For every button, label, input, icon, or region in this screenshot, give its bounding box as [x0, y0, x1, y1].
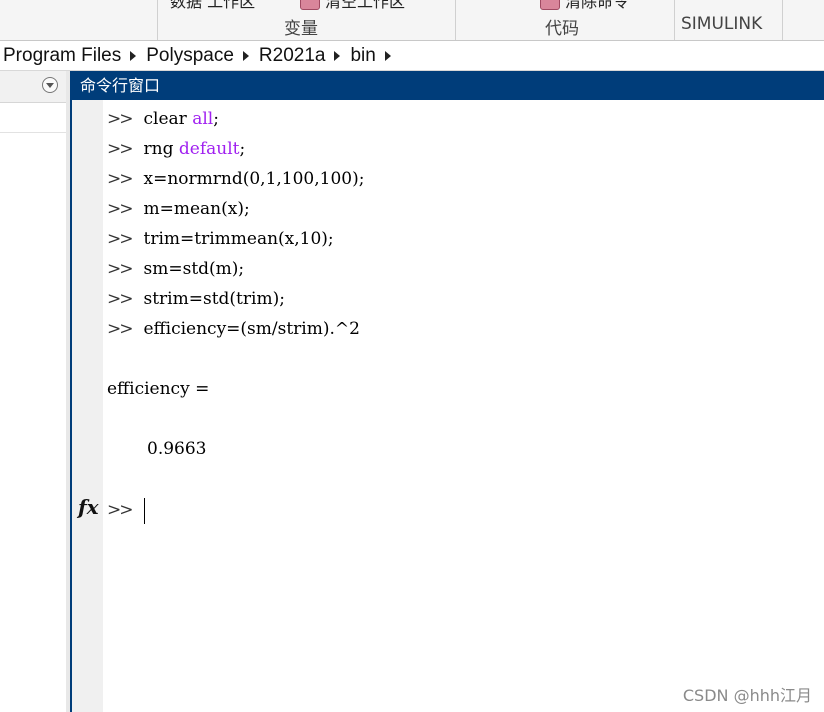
- clear-commands-icon: [540, 0, 560, 10]
- current-folder-breadcrumb: Program Files Polyspace R2021a bin: [0, 41, 824, 71]
- command-text: efficiency=(sm/strim).^2: [143, 319, 360, 339]
- toolstrip: 数据 工作区 清空工作区 变量 清除命令 代码 SIMULINK: [0, 0, 824, 41]
- clear-workspace-button[interactable]: 清空工作区: [325, 0, 405, 12]
- breadcrumb-arrow-icon[interactable]: [242, 50, 249, 61]
- prompt-symbol: >>: [107, 109, 133, 129]
- prompt-symbol: >>: [107, 500, 133, 520]
- command-keyword: all: [192, 109, 214, 129]
- output-variable-label: efficiency =: [107, 379, 210, 399]
- ribbon-separator: [782, 0, 783, 40]
- command-text: m=mean(x);: [143, 199, 250, 219]
- ribbon-separator: [157, 0, 158, 40]
- prompt-symbol: >>: [107, 259, 133, 279]
- simulink-group-label: SIMULINK: [681, 14, 763, 34]
- command-line: >> strim=std(trim);: [107, 284, 285, 314]
- prompt-symbol: >>: [107, 289, 133, 309]
- breadcrumb-item[interactable]: Program Files: [0, 45, 121, 67]
- command-text: x=normrnd(0,1,100,100);: [143, 169, 365, 189]
- active-prompt-line[interactable]: >>: [107, 495, 145, 525]
- import-data-button[interactable]: 数据 工作区: [170, 0, 255, 12]
- prompt-symbol: >>: [107, 169, 133, 189]
- clear-workspace-icon: [300, 0, 320, 10]
- command-line: >> sm=std(m);: [107, 254, 244, 284]
- command-line: >> m=mean(x);: [107, 194, 250, 224]
- command-window[interactable]: 命令行窗口 fx >> clear all; >> rng default; >> x…: [70, 71, 824, 712]
- command-line: >> clear all;: [107, 104, 219, 134]
- command-window-title: 命令行窗口: [72, 71, 824, 100]
- command-tail: ;: [213, 109, 219, 129]
- breadcrumb-arrow-icon[interactable]: [130, 50, 137, 61]
- breadcrumb-item[interactable]: R2021a: [259, 45, 326, 67]
- command-line: >> trim=trimmean(x,10);: [107, 224, 334, 254]
- command-text: clear: [143, 109, 193, 129]
- code-group-label: 代码: [545, 19, 579, 39]
- variable-group-label: 变量: [284, 19, 318, 39]
- breadcrumb-item[interactable]: Polyspace: [146, 45, 234, 67]
- command-text: rng: [143, 139, 179, 159]
- command-line: >> rng default;: [107, 134, 245, 164]
- breadcrumb-arrow-icon[interactable]: [334, 50, 341, 61]
- command-text: sm=std(m);: [143, 259, 245, 279]
- command-window-gutter: [72, 100, 103, 712]
- output-value: 0.9663: [147, 439, 207, 459]
- command-text: strim=std(trim);: [143, 289, 285, 309]
- command-line: >> efficiency=(sm/strim).^2: [107, 314, 360, 344]
- breadcrumb-arrow-icon[interactable]: [384, 50, 391, 61]
- prompt-symbol: >>: [107, 199, 133, 219]
- command-history-lines: >> clear all; >> rng default; >> x=normrnd(…: [107, 100, 824, 712]
- text-cursor: [143, 497, 145, 524]
- function-browser-fx-icon[interactable]: fx: [78, 495, 99, 519]
- current-folder-panel: [0, 71, 66, 712]
- watermark: CSDN @hhh江月: [682, 686, 812, 705]
- clear-commands-button[interactable]: 清除命令: [565, 0, 629, 12]
- ribbon-separator: [455, 0, 456, 40]
- prompt-symbol: >>: [107, 319, 133, 339]
- prompt-symbol: >>: [107, 229, 133, 249]
- command-text: trim=trimmean(x,10);: [143, 229, 334, 249]
- breadcrumb-item[interactable]: bin: [350, 45, 375, 67]
- current-folder-column-header[interactable]: [0, 103, 66, 133]
- current-folder-header: [0, 71, 66, 103]
- prompt-symbol: >>: [107, 139, 133, 159]
- command-tail: ;: [239, 139, 246, 159]
- panel-actions-dropdown-icon[interactable]: [42, 77, 58, 93]
- command-keyword: default: [178, 139, 240, 159]
- ribbon-separator: [674, 0, 675, 40]
- command-line: >> x=normrnd(0,1,100,100);: [107, 164, 364, 194]
